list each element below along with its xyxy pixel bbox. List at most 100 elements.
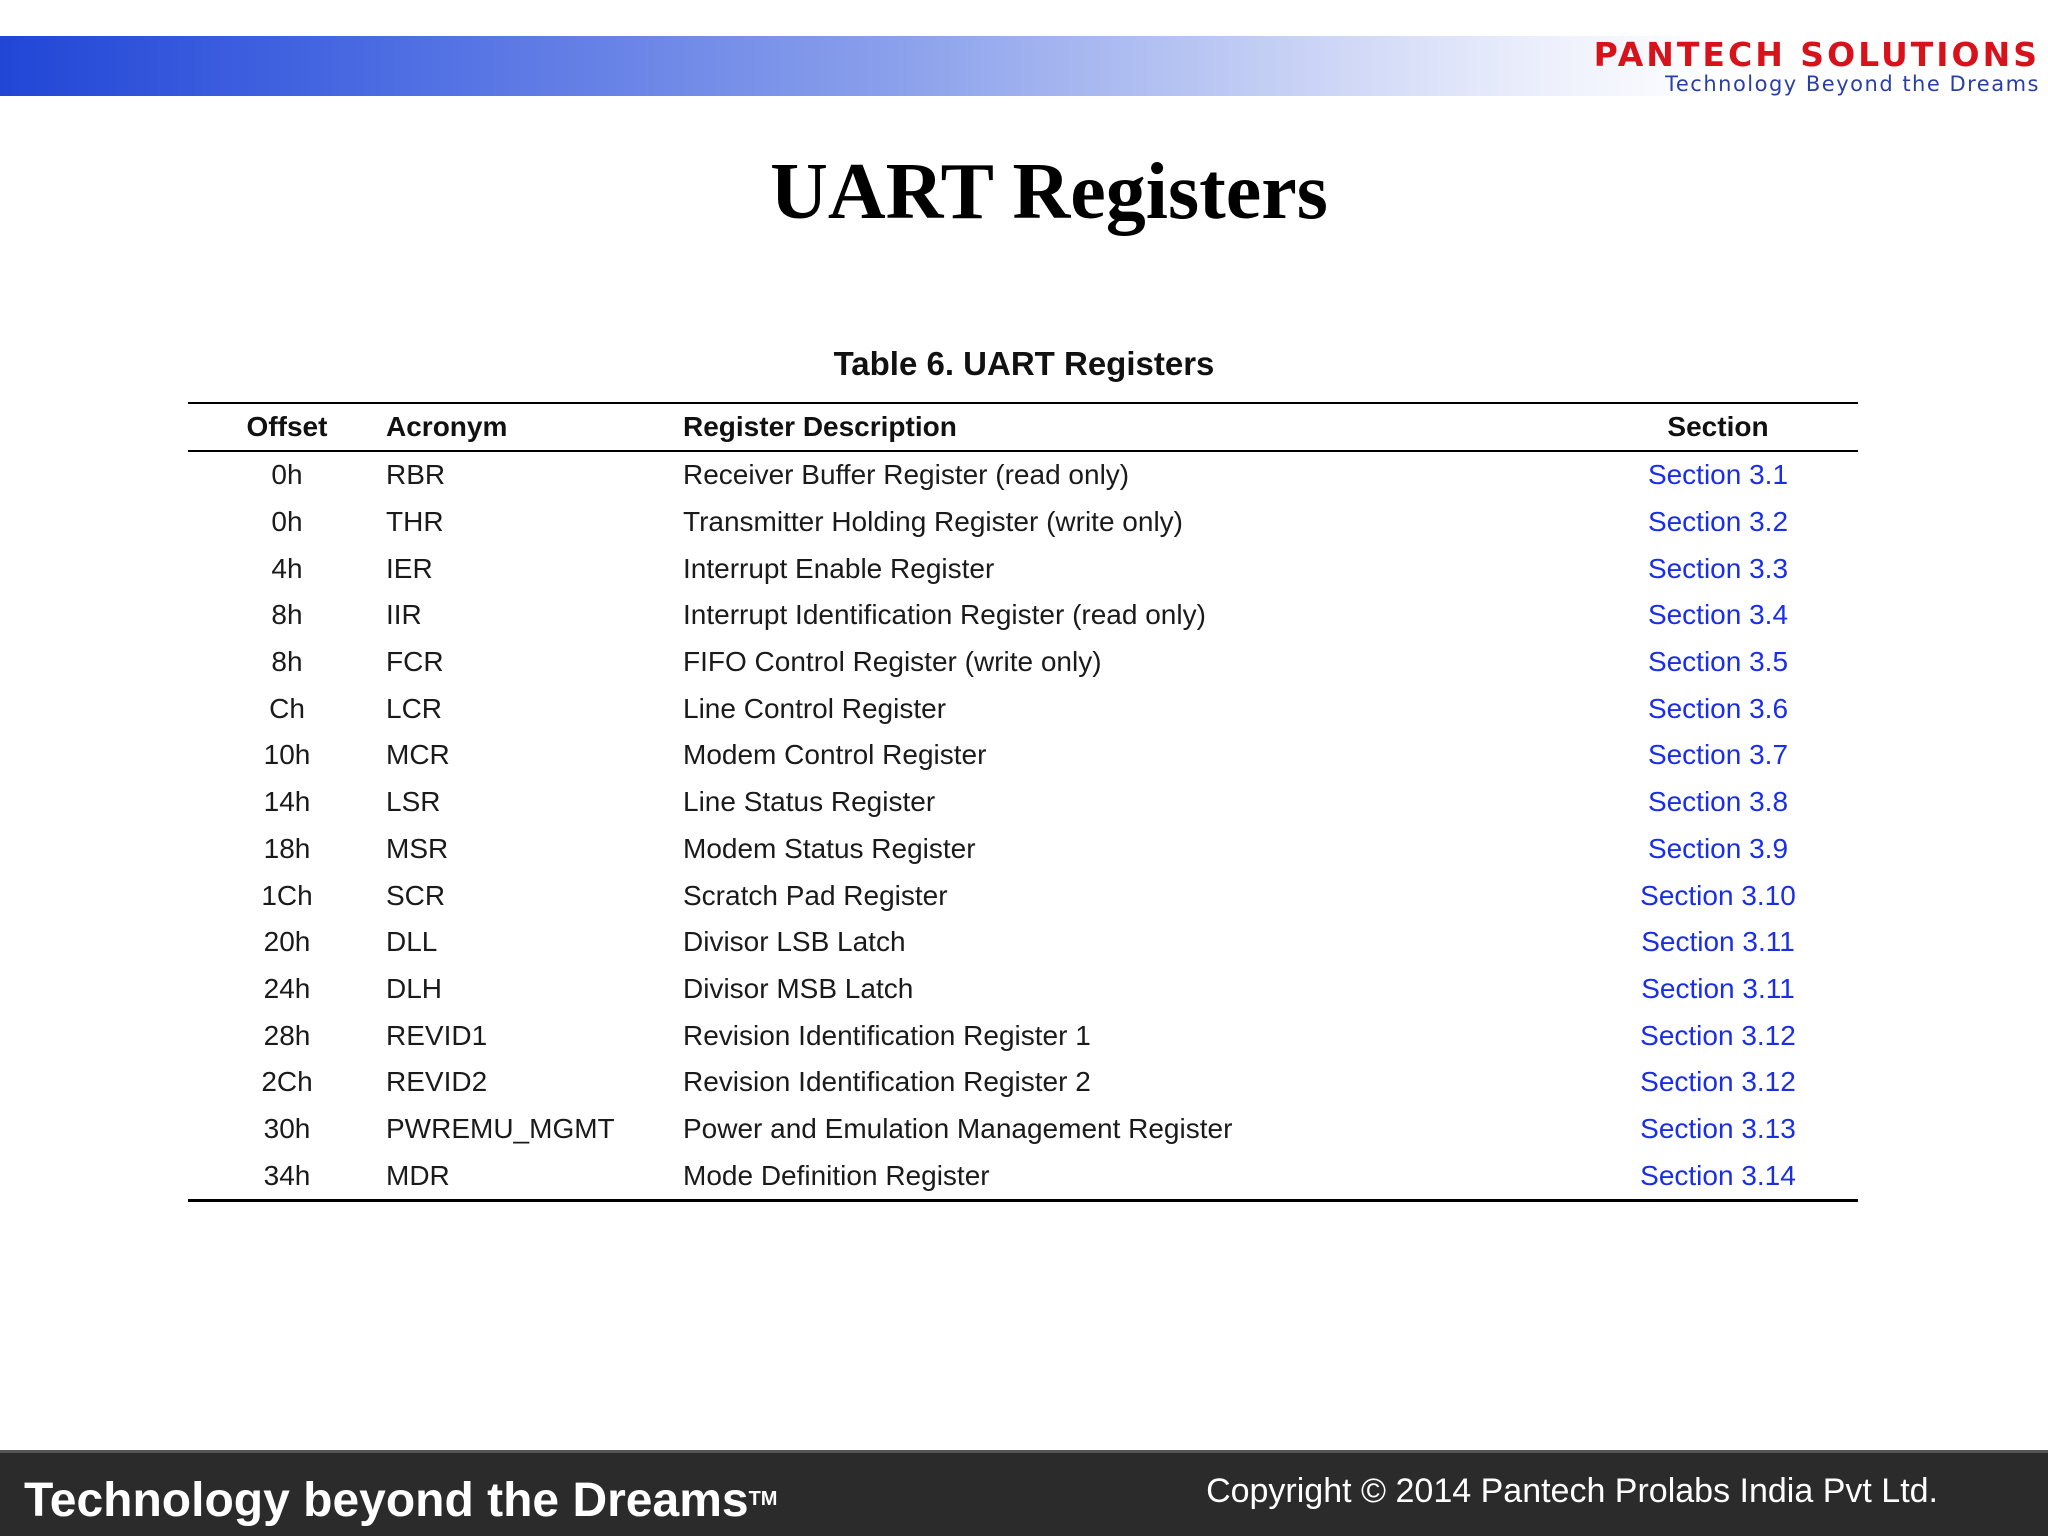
section-link[interactable]: Section 3.6 xyxy=(1648,693,1788,724)
table-row: 14h LSR Line Status Register Section 3.8 xyxy=(188,779,1858,826)
section-link[interactable]: Section 3.12 xyxy=(1640,1066,1796,1097)
table-row: 0h THR Transmitter Holding Register (write… xyxy=(188,499,1858,546)
cell-section: Section 3.1 xyxy=(1578,451,1858,499)
column-header-acronym: Acronym xyxy=(386,411,508,442)
footer-tagline-text: Technology beyond the Dreams xyxy=(24,1474,749,1527)
cell-acronym: REVID2 xyxy=(386,1066,488,1098)
cell-description: Revision Identification Register 1 xyxy=(683,1019,1091,1051)
table-row: 0h RBR Receiver Buffer Register (read only… xyxy=(188,451,1858,499)
section-link[interactable]: Section 3.10 xyxy=(1640,880,1796,911)
logo-wordmark: PANTECH SOLUTIONS xyxy=(1593,35,2040,74)
table-row: 8h IIR Interrupt Identification Register (… xyxy=(188,592,1858,639)
cell-offset: 10h xyxy=(263,739,311,771)
section-link[interactable]: Section 3.9 xyxy=(1648,833,1788,864)
cell-offset: 8h xyxy=(271,646,303,678)
uart-register-table: Offset Acronym Register Description Sect… xyxy=(188,402,1858,1202)
cell-description: FIFO Control Register (write only) xyxy=(683,646,1102,678)
slide-title: UART Registers xyxy=(770,148,1328,236)
cell-acronym: LSR xyxy=(386,786,441,818)
table-header-row: Offset Acronym Register Description Sect… xyxy=(188,403,1858,451)
cell-section: Section 3.11 xyxy=(1578,966,1858,1013)
table-header: Offset Acronym Register Description Sect… xyxy=(188,403,1858,451)
cell-acronym: MDR xyxy=(386,1159,450,1191)
section-link[interactable]: Section 3.2 xyxy=(1648,506,1788,537)
table-row: 28h REVID1 Revision Identification Registe… xyxy=(188,1012,1858,1059)
section-link[interactable]: Section 3.4 xyxy=(1648,599,1788,630)
section-link[interactable]: Section 3.13 xyxy=(1640,1113,1796,1144)
cell-offset: 8h xyxy=(271,599,303,631)
cell-section: Section 3.4 xyxy=(1578,592,1858,639)
cell-offset: 1Ch xyxy=(261,879,313,911)
cell-description: Divisor LSB Latch xyxy=(683,926,906,958)
cell-offset: 2Ch xyxy=(261,1066,313,1098)
column-header-section: Section xyxy=(1667,411,1769,442)
cell-section: Section 3.12 xyxy=(1578,1059,1858,1106)
cell-section: Section 3.14 xyxy=(1578,1152,1858,1200)
table-row: 30h PWREMU_MGMT Power and Emulation Manage… xyxy=(188,1106,1858,1153)
cell-section: Section 3.7 xyxy=(1578,732,1858,779)
cell-offset: 20h xyxy=(263,926,311,958)
section-link[interactable]: Section 3.3 xyxy=(1648,553,1788,584)
cell-offset: 30h xyxy=(263,1112,311,1144)
cell-acronym: IIR xyxy=(386,599,422,631)
cell-acronym: IER xyxy=(386,552,433,584)
cell-description: Line Control Register xyxy=(683,692,947,724)
column-header-offset: Offset xyxy=(246,411,328,442)
cell-description: Transmitter Holding Register (write only… xyxy=(683,506,1183,538)
cell-offset: 14h xyxy=(263,786,311,818)
cell-description: Modem Control Register xyxy=(683,739,987,771)
table-row: 24h DLH Divisor MSB Latch Section 3.11 xyxy=(188,966,1858,1013)
cell-description: Divisor MSB Latch xyxy=(683,972,914,1004)
section-link[interactable]: Section 3.8 xyxy=(1648,786,1788,817)
cell-section: Section 3.2 xyxy=(1578,499,1858,546)
cell-acronym: DLL xyxy=(386,926,438,958)
cell-offset: 34h xyxy=(263,1159,311,1191)
table-body: 0h RBR Receiver Buffer Register (read only… xyxy=(188,451,1858,1201)
section-link[interactable]: Section 3.11 xyxy=(1641,973,1795,1004)
cell-offset: 0h xyxy=(271,459,303,491)
table-row: 1Ch SCR Scratch Pad Register Section 3.10 xyxy=(188,872,1858,919)
cell-description: Power and Emulation Management Register xyxy=(683,1112,1233,1144)
column-header-description: Register Description xyxy=(683,411,957,442)
cell-acronym: REVID1 xyxy=(386,1019,488,1051)
table-row: 18h MSR Modem Status Register Section 3.9 xyxy=(188,826,1858,873)
cell-description: Interrupt Identification Register (read … xyxy=(683,599,1206,631)
cell-section: Section 3.6 xyxy=(1578,685,1858,732)
cell-description: Modem Status Register xyxy=(683,832,976,864)
cell-section: Section 3.11 xyxy=(1578,919,1858,966)
footer-copyright: Copyright © 2014 Pantech Prolabs India P… xyxy=(1206,1472,1938,1510)
cell-section: Section 3.5 xyxy=(1578,639,1858,686)
cell-acronym: PWREMU_MGMT xyxy=(386,1112,615,1144)
footer-bar: Technology beyond the DreamsTM Copyright… xyxy=(0,1450,2048,1536)
section-link[interactable]: Section 3.11 xyxy=(1641,926,1795,957)
cell-section: Section 3.13 xyxy=(1578,1106,1858,1153)
cell-acronym: LCR xyxy=(386,692,443,724)
cell-section: Section 3.3 xyxy=(1578,545,1858,592)
footer-tagline: Technology beyond the DreamsTM xyxy=(24,1473,777,1529)
table-row: 20h DLL Divisor LSB Latch Section 3.11 xyxy=(188,919,1858,966)
cell-description: Receiver Buffer Register (read only) xyxy=(683,459,1130,491)
section-link[interactable]: Section 3.14 xyxy=(1640,1160,1796,1191)
cell-offset: 18h xyxy=(263,832,311,864)
cell-section: Section 3.8 xyxy=(1578,779,1858,826)
cell-acronym: RBR xyxy=(386,459,446,491)
table-row: Ch LCR Line Control Register Section 3.6 xyxy=(188,685,1858,732)
section-link[interactable]: Section 3.1 xyxy=(1648,459,1788,490)
cell-section: Section 3.9 xyxy=(1578,826,1858,873)
company-logo: PANTECH SOLUTIONS Technology Beyond the … xyxy=(1570,35,2040,97)
logo-tagline: Technology Beyond the Dreams xyxy=(1665,72,2040,96)
table-row: 10h MCR Modem Control Register Section 3.7 xyxy=(188,732,1858,779)
table-caption: Table 6. UART Registers xyxy=(833,345,1215,382)
table-row: 2Ch REVID2 Revision Identification Registe… xyxy=(188,1059,1858,1106)
table-row: 8h FCR FIFO Control Register (write only) S… xyxy=(188,639,1858,686)
cell-description: Scratch Pad Register xyxy=(683,879,948,911)
cell-description: Line Status Register xyxy=(683,786,936,818)
trademark-mark: TM xyxy=(748,1488,778,1510)
table-row: 34h MDR Mode Definition Register Section 3.… xyxy=(188,1152,1858,1201)
section-link[interactable]: Section 3.12 xyxy=(1640,1020,1796,1051)
cell-offset: 0h xyxy=(271,506,303,538)
section-link[interactable]: Section 3.7 xyxy=(1648,739,1788,770)
cell-acronym: SCR xyxy=(386,879,446,911)
cell-description: Mode Definition Register xyxy=(683,1159,990,1191)
section-link[interactable]: Section 3.5 xyxy=(1648,646,1788,677)
